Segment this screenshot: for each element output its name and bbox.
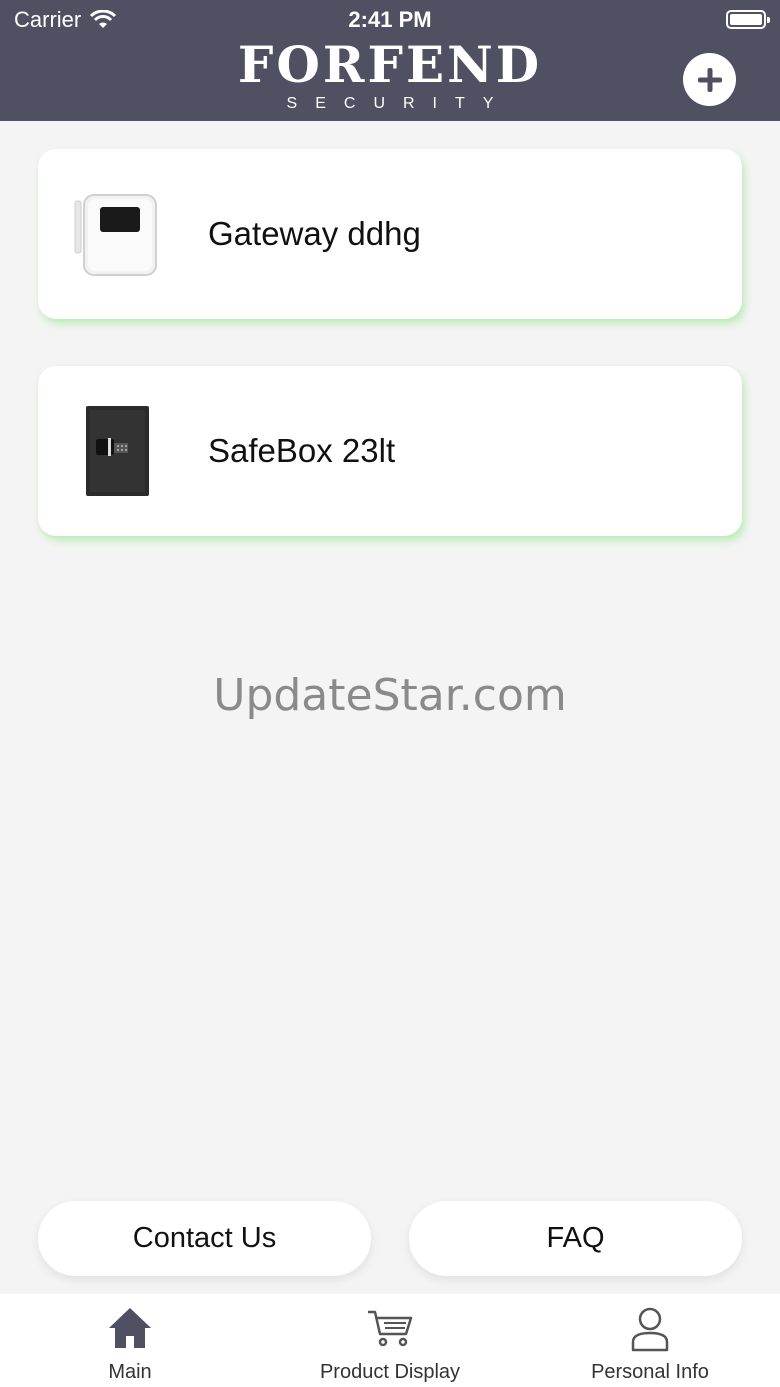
tab-main[interactable]: Main	[0, 1294, 260, 1387]
tab-label: Personal Info	[591, 1361, 709, 1383]
device-name: Gateway ddhg	[208, 215, 421, 252]
logo-sub-text: SECURITY	[286, 95, 512, 112]
plus-icon	[697, 67, 722, 92]
gateway-device-image	[74, 189, 158, 279]
tab-personal-info[interactable]: Personal Info	[520, 1294, 780, 1387]
cart-icon	[368, 1310, 413, 1347]
person-icon	[631, 1307, 669, 1352]
home-icon	[109, 1308, 151, 1348]
watermark-text: UpdateStar.com	[213, 670, 567, 721]
contact-us-button[interactable]: Contact Us	[38, 1201, 371, 1276]
tab-bar: Main Product Display Personal Info	[0, 1294, 780, 1387]
logo-main-text: FORFEND	[237, 35, 543, 94]
device-name: SafeBox 23lt	[208, 432, 396, 469]
battery-icon	[726, 10, 770, 29]
brand-logo: FORFEND SECURITY	[0, 36, 780, 114]
safe-box-image	[74, 406, 158, 496]
tab-label: Product Display	[319, 1361, 461, 1383]
device-card-safebox[interactable]: SafeBox 23lt	[38, 366, 742, 536]
tab-product-display[interactable]: Product Display	[260, 1294, 520, 1387]
tab-label: Main	[108, 1361, 152, 1383]
add-device-button[interactable]	[683, 53, 736, 106]
device-card-gateway[interactable]: Gateway ddhg	[38, 149, 742, 319]
app-header: Carrier 2:41 PM FORFEND SECURITY	[0, 0, 780, 121]
status-time: 2:41 PM	[348, 7, 432, 32]
faq-button[interactable]: FAQ	[409, 1201, 742, 1276]
status-bar: Carrier 2:41 PM	[0, 0, 780, 40]
